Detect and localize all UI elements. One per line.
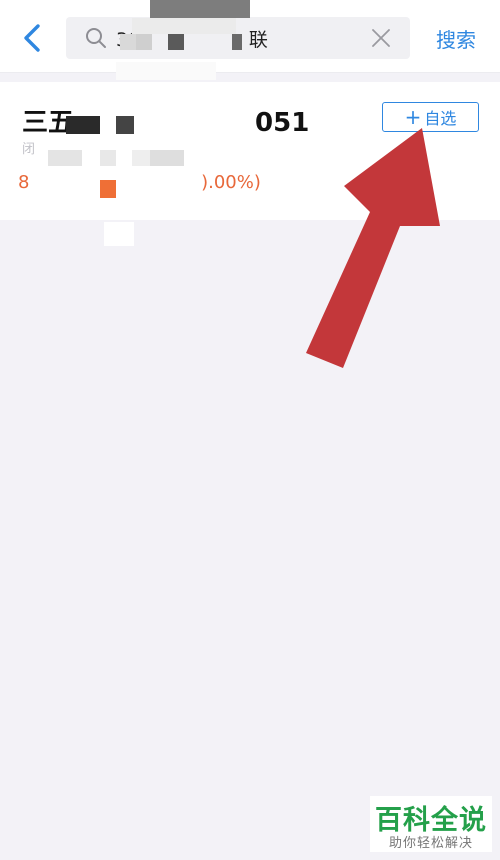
mosaic-mask	[104, 222, 134, 246]
close-icon[interactable]	[370, 27, 392, 49]
add-to-watchlist-button[interactable]: + 自选	[382, 102, 479, 132]
screen: 搜索 三五 051 闭 8 ).00%) + 自选 百科全说	[0, 0, 500, 860]
mosaic-mask	[232, 34, 242, 50]
stock-price-change: 8 ).00%)	[18, 172, 261, 193]
watermark-subtitle: 助你轻松解决	[388, 836, 473, 851]
mosaic-mask	[116, 62, 216, 80]
mosaic-mask	[116, 116, 134, 134]
mosaic-mask	[132, 150, 150, 166]
add-to-watchlist-label: 自选	[424, 109, 457, 128]
mosaic-mask	[150, 0, 250, 18]
mosaic-mask	[120, 34, 136, 50]
mosaic-mask	[66, 116, 100, 134]
search-button[interactable]: 搜索	[428, 22, 484, 54]
mosaic-mask	[100, 180, 116, 198]
watermark-logo: 百科全说 助你轻松解决	[370, 796, 492, 852]
mosaic-mask	[132, 18, 236, 34]
search-icon	[86, 28, 106, 48]
mosaic-mask	[136, 34, 152, 50]
plus-icon: +	[404, 105, 422, 129]
chevron-left-icon	[24, 24, 40, 52]
stock-exchange-label: 闭	[22, 142, 36, 157]
mosaic-mask	[48, 150, 82, 166]
top-bar: 搜索	[0, 0, 500, 73]
mosaic-mask	[150, 150, 184, 166]
mosaic-mask	[100, 150, 116, 166]
back-button[interactable]	[14, 20, 50, 56]
mosaic-mask	[168, 34, 184, 50]
